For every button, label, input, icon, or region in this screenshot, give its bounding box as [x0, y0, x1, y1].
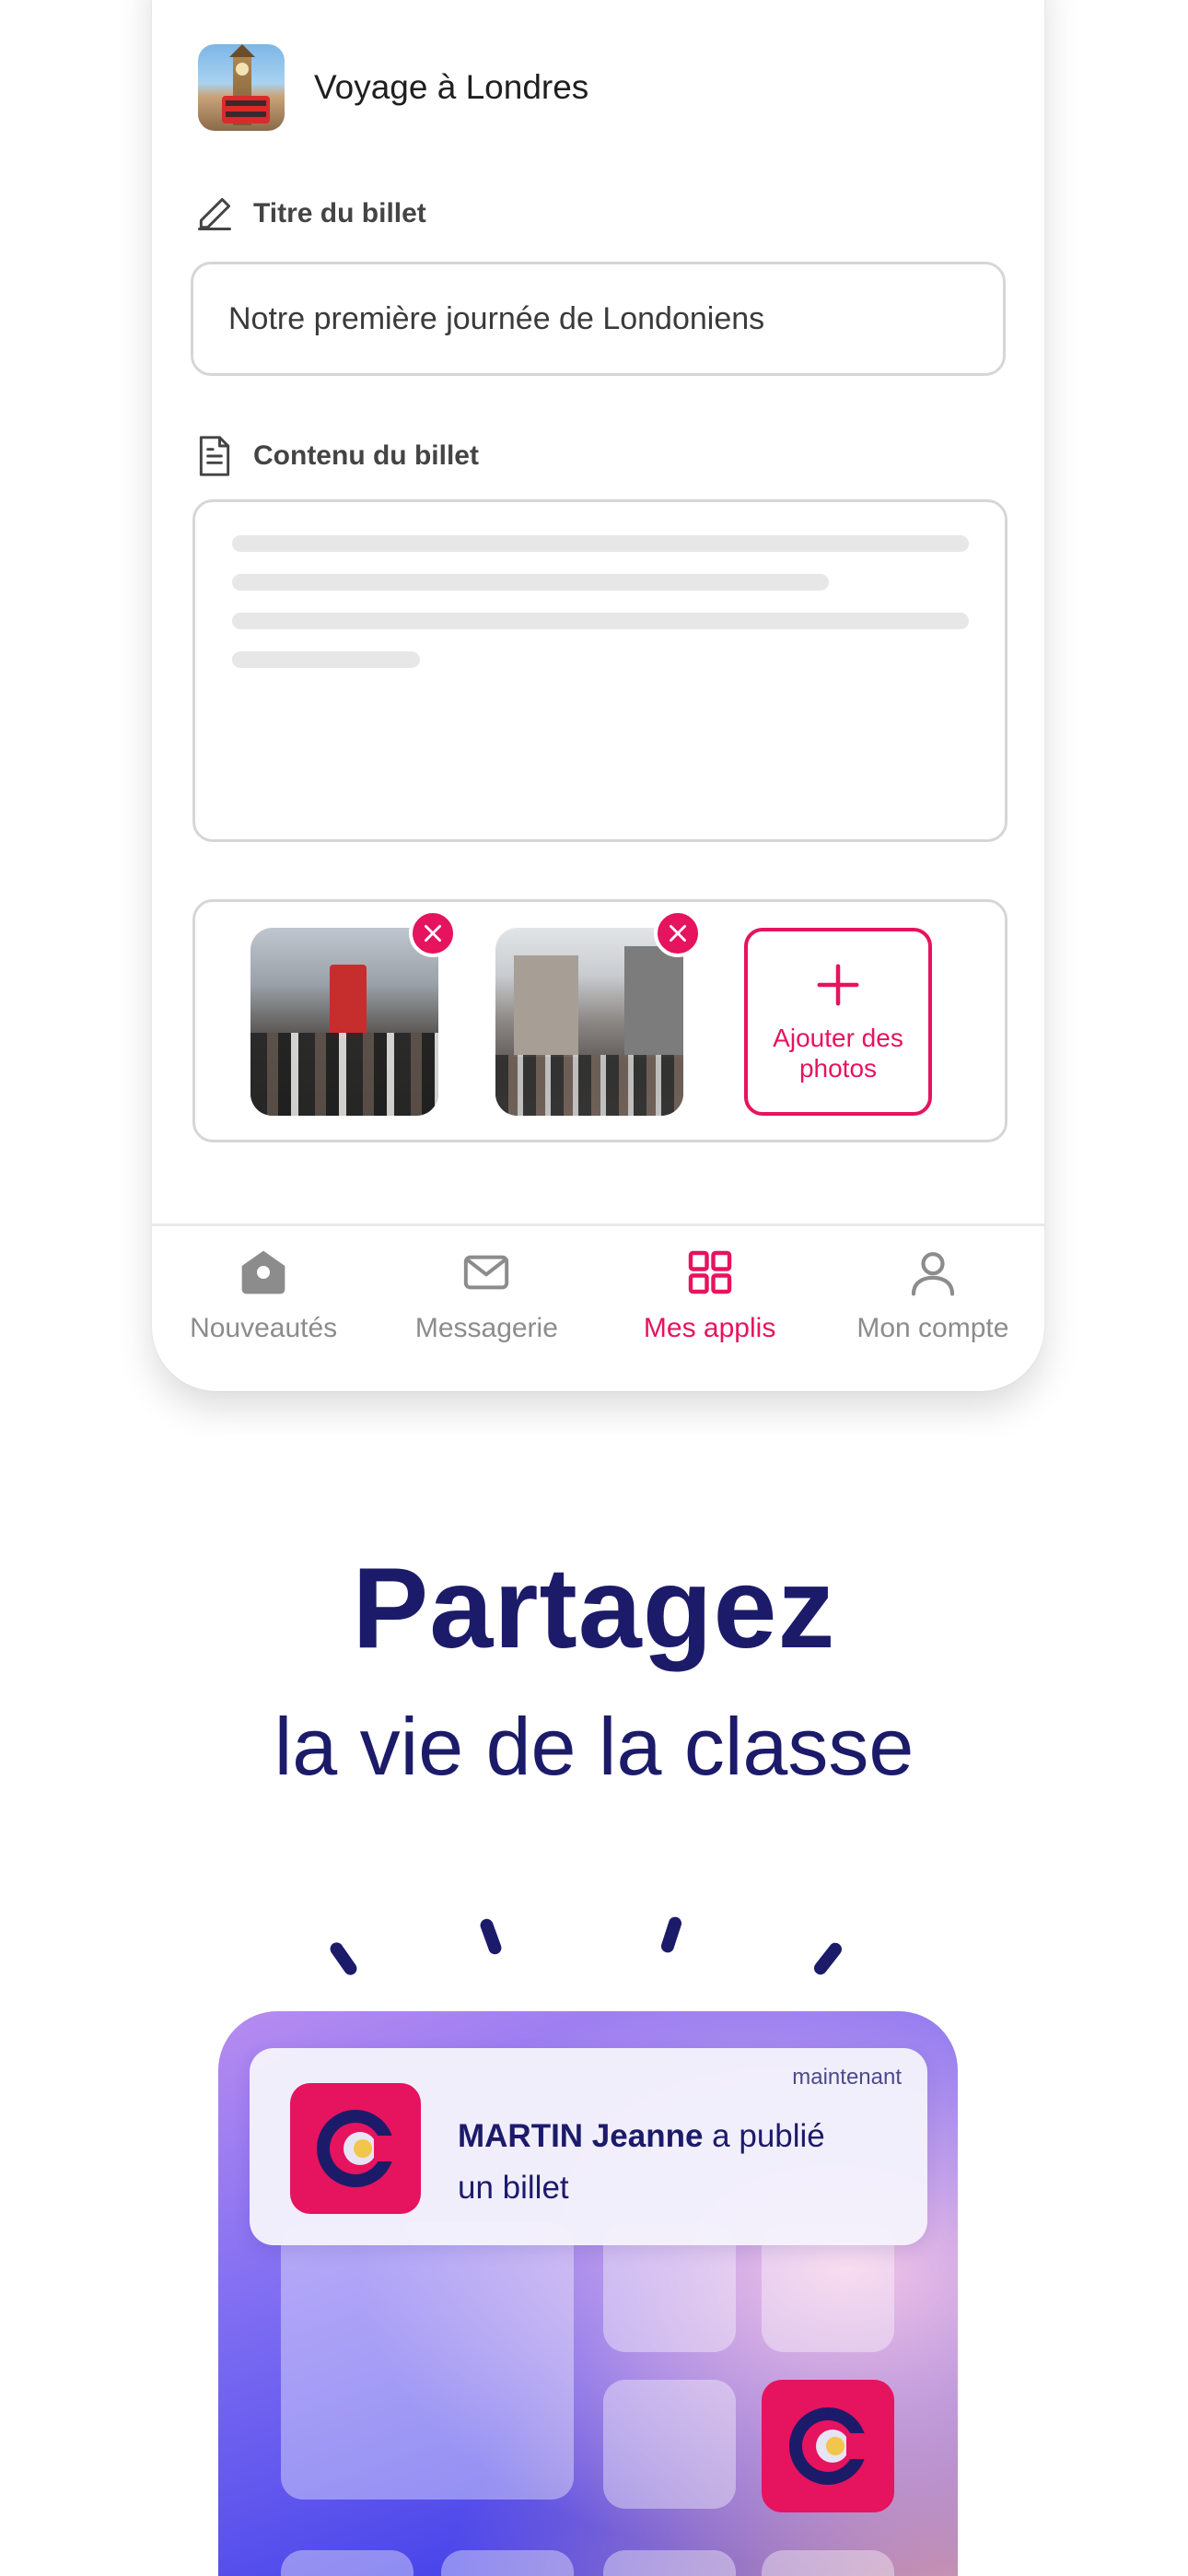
- phone-screen-illustration: maintenant MARTIN Jeanne a publié un bil…: [218, 2011, 958, 2576]
- decorative-dash: [478, 1916, 504, 1957]
- notification-object: un billet: [458, 2170, 569, 2206]
- nav-item-mes-applis[interactable]: Mes applis: [599, 1226, 821, 1391]
- content-label-text: Contenu du billet: [253, 440, 479, 471]
- notification-author: MARTIN Jeanne: [458, 2118, 704, 2154]
- marketing-headline: Partagez: [352, 1545, 836, 1672]
- app-tile: [603, 2550, 736, 2576]
- notification-time: maintenant: [792, 2065, 902, 2090]
- content-textarea[interactable]: [192, 499, 1007, 842]
- notification-message: MARTIN Jeanne a publié un billet: [458, 2111, 891, 2214]
- app-logo-icon: [789, 2407, 874, 2485]
- nav-label: Mes applis: [643, 1313, 776, 1343]
- app-logo-icon: [317, 2110, 402, 2187]
- app-tile: [281, 2550, 413, 2576]
- content-field-label: Contenu du billet: [194, 433, 479, 479]
- user-icon: [911, 1252, 954, 1296]
- mail-icon: [464, 1255, 509, 1290]
- nav-item-messagerie[interactable]: Messagerie: [375, 1226, 598, 1391]
- remove-photo-button[interactable]: [409, 909, 457, 957]
- close-icon: [670, 925, 686, 942]
- notification-app-logo: [290, 2083, 421, 2214]
- notification-banner[interactable]: maintenant MARTIN Jeanne a publié un bil…: [250, 2048, 927, 2245]
- decorative-dash: [811, 1939, 844, 1978]
- add-photos-label: Ajouter des photos: [773, 1024, 903, 1083]
- title-input[interactable]: Notre première journée de Londoniens: [191, 262, 1006, 376]
- skeleton-line: [232, 651, 420, 668]
- nav-label: Nouveautés: [190, 1313, 338, 1343]
- decorative-dash: [659, 1914, 683, 1955]
- nav-item-mon-compte[interactable]: Mon compte: [821, 1226, 1044, 1391]
- title-label-text: Titre du billet: [253, 198, 426, 228]
- app-logo-tile[interactable]: [762, 2380, 894, 2512]
- home-icon: [241, 1250, 285, 1294]
- remove-photo-button[interactable]: [654, 909, 702, 957]
- photo-thumbnail[interactable]: [250, 928, 438, 1116]
- nav-label: Messagerie: [414, 1313, 558, 1343]
- nav-item-nouveautes[interactable]: Nouveautés: [152, 1226, 375, 1391]
- add-photos-button[interactable]: Ajouter des photos: [744, 928, 932, 1116]
- photo-thumbnail[interactable]: [495, 928, 683, 1116]
- app-header: Voyage à Londres: [198, 44, 588, 131]
- document-icon: [199, 436, 230, 476]
- notification-action: a publié: [712, 2118, 825, 2154]
- nav-label: Mon compte: [856, 1313, 1009, 1343]
- app-title: Voyage à Londres: [314, 68, 589, 106]
- close-icon: [425, 925, 441, 942]
- pencil-icon: [198, 197, 231, 230]
- marketing-subline: la vie de la classe: [274, 1701, 914, 1792]
- widget-tile: [281, 2223, 574, 2500]
- photos-section: Ajouter des photos: [192, 899, 1007, 1142]
- app-tile: [441, 2550, 574, 2576]
- skeleton-line: [232, 535, 969, 552]
- bottom-navigation: Nouveautés Messagerie Mes applis Mon com…: [152, 1224, 1044, 1391]
- skeleton-line: [232, 613, 969, 629]
- app-thumbnail: [198, 44, 285, 131]
- phone-card: Voyage à Londres Titre du billet Notre p…: [152, 0, 1044, 1391]
- decorative-dash: [327, 1939, 360, 1978]
- app-tile: [762, 2550, 894, 2576]
- apps-grid-icon: [688, 1250, 731, 1294]
- plus-icon: [817, 964, 859, 1006]
- title-input-value: Notre première journée de Londoniens: [228, 300, 765, 336]
- title-field-label: Titre du billet: [194, 193, 426, 234]
- app-tile: [603, 2380, 736, 2509]
- skeleton-line: [232, 574, 829, 591]
